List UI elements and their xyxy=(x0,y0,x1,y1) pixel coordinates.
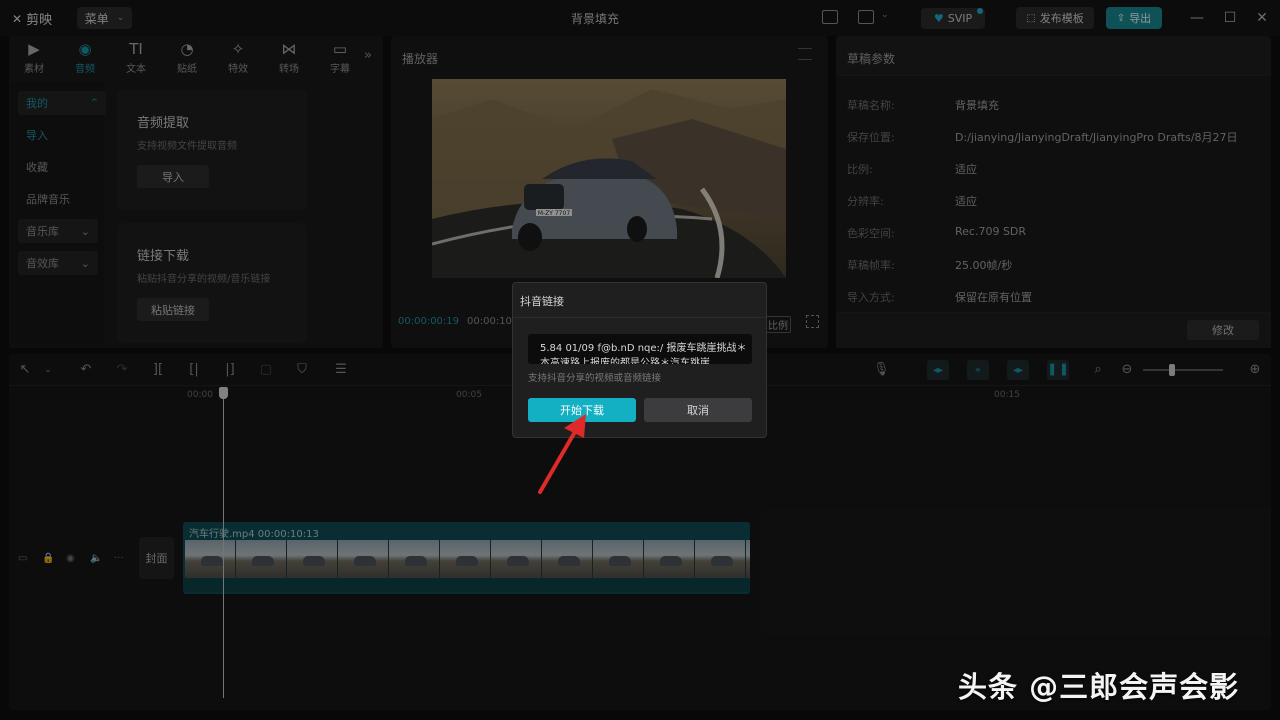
dialog-divider xyxy=(513,317,766,318)
red-arrow-annotation xyxy=(538,414,586,494)
watermark-text: 头条 @三郎会声会影 xyxy=(958,670,1240,704)
dialog-title: 抖音链接 xyxy=(520,295,564,308)
link-input[interactable]: 5.84 01/09 f@b.nD nqe:/ 报废车跳崖挑战＊ 本高速路上报废… xyxy=(528,334,752,364)
cancel-button[interactable]: 取消 xyxy=(644,398,752,422)
dialog-hint: 支持抖音分享的视频或音频链接 xyxy=(528,373,662,384)
